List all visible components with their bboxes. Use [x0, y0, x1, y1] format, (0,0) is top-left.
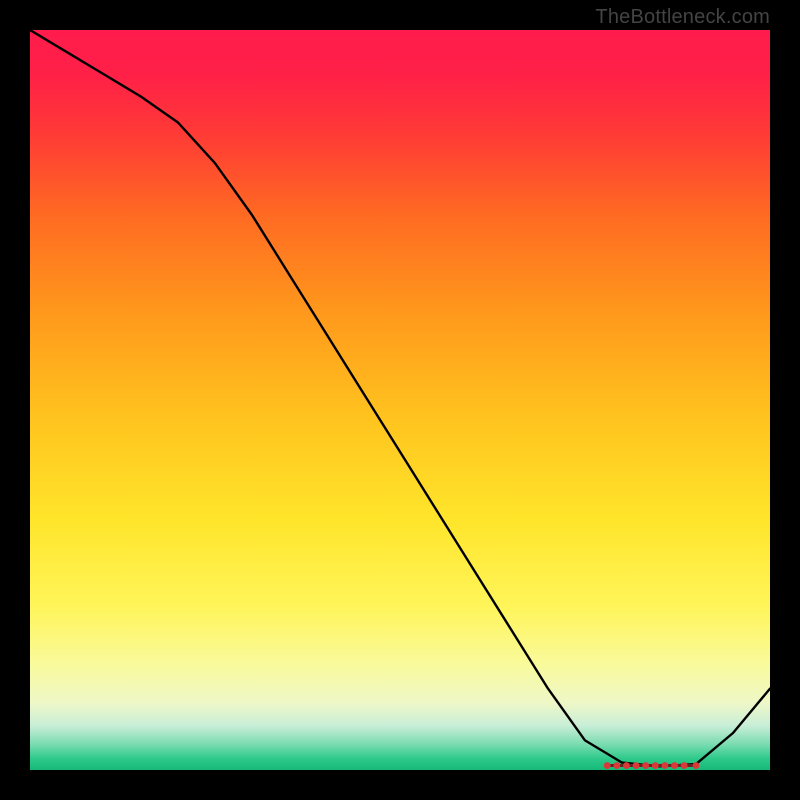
optimal-dot: [693, 762, 700, 769]
optimal-dot: [613, 762, 620, 769]
optimal-dot: [633, 762, 640, 769]
chart-frame: TheBottleneck.com: [0, 0, 800, 800]
optimal-dot: [662, 762, 669, 769]
chart-svg: [30, 30, 770, 770]
optimal-dot: [652, 762, 659, 769]
watermark-text: TheBottleneck.com: [595, 6, 770, 29]
optimal-dot: [681, 762, 688, 769]
optimal-dot: [623, 762, 630, 769]
optimal-dot: [604, 762, 611, 769]
plot-area: [30, 30, 770, 770]
optimal-dot: [671, 762, 678, 769]
optimal-dot: [642, 762, 649, 769]
gradient-background: [30, 30, 770, 770]
